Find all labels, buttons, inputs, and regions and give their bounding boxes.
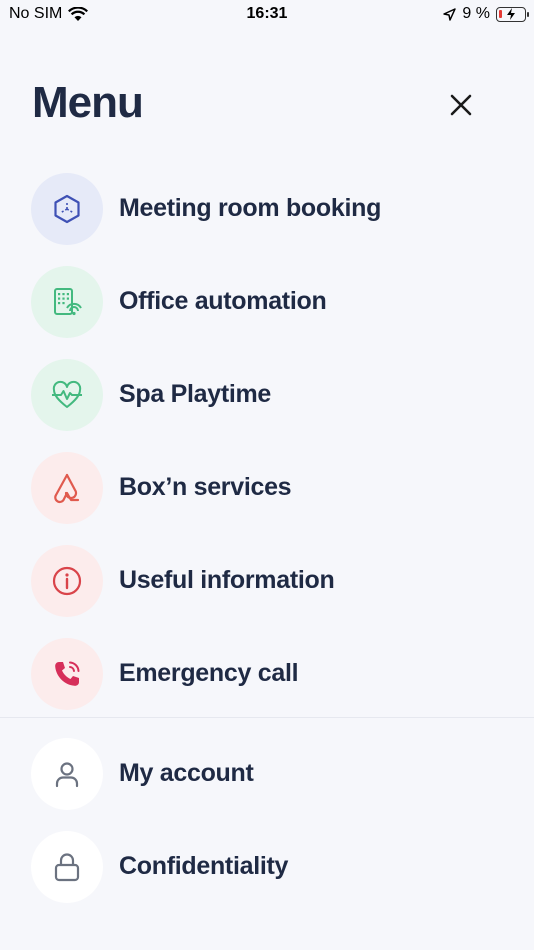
phone-ringing-icon [55, 661, 80, 686]
battery-percent: 9 % [462, 5, 490, 22]
page-title: Menu [32, 78, 144, 127]
status-right: 9 % [443, 5, 529, 23]
main-menu: Meeting room booking Office automation S… [0, 162, 534, 720]
location-arrow-icon [443, 7, 457, 21]
lock-icon [54, 852, 80, 881]
icon-circle [31, 830, 103, 903]
menu-item-label: My account [119, 759, 254, 787]
battery-icon [496, 6, 529, 22]
menu-item-label: Useful information [119, 566, 335, 594]
menu-item-my-account[interactable]: My account [0, 727, 534, 820]
menu-item-label: Confidentiality [119, 852, 289, 880]
menu-item-label: Office automation [119, 287, 327, 315]
icon-circle [31, 637, 103, 710]
menu-item-label: Box’n services [119, 473, 292, 501]
info-icon [52, 566, 82, 595]
close-icon [450, 94, 472, 116]
icon-circle [31, 451, 103, 524]
heartbeat-icon [52, 380, 82, 408]
menu-item-label: Spa Playtime [119, 380, 272, 408]
menu-item-meeting-room-booking[interactable]: Meeting room booking [0, 162, 534, 255]
menu-item-useful-information[interactable]: Useful information [0, 534, 534, 627]
icon-circle [31, 544, 103, 617]
user-icon [55, 761, 79, 787]
status-bar: No SIM 16:31 9 % [0, 0, 534, 28]
menu-item-emergency-call[interactable]: Emergency call [0, 627, 534, 720]
icon-circle [31, 737, 103, 810]
icon-circle [31, 172, 103, 245]
account-menu: My account Confidentiality [0, 727, 534, 913]
building-wifi-icon [54, 287, 82, 315]
menu-item-office-automation[interactable]: Office automation [0, 255, 534, 348]
cube-icon [54, 194, 80, 223]
menu-item-label: Emergency call [119, 659, 299, 687]
bell-rope-icon [54, 473, 80, 503]
menu-header: Menu [32, 78, 502, 134]
menu-item-spa-playtime[interactable]: Spa Playtime [0, 348, 534, 441]
menu-item-boxn-services[interactable]: Box’n services [0, 441, 534, 534]
menu-divider [0, 717, 534, 718]
menu-item-label: Meeting room booking [119, 194, 382, 222]
close-button[interactable] [448, 92, 474, 118]
icon-circle [31, 265, 103, 338]
icon-circle [31, 358, 103, 431]
menu-item-confidentiality[interactable]: Confidentiality [0, 820, 534, 913]
